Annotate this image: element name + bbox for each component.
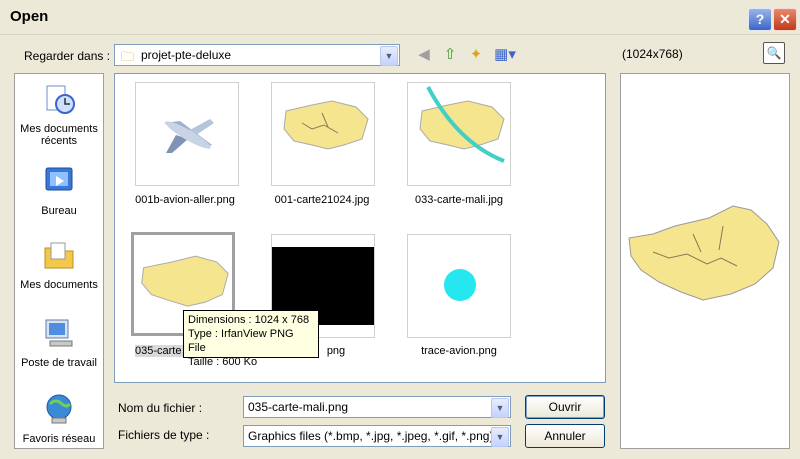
- thumbnail-plane[interactable]: [135, 82, 239, 186]
- up-folder-icon[interactable]: ⇧: [440, 45, 460, 65]
- back-icon[interactable]: ◀: [414, 45, 434, 65]
- my-documents-icon: [44, 242, 74, 269]
- open-button[interactable]: Ouvrir: [525, 395, 605, 419]
- filetype-value: Graphics files (*.bmp, *.jpg, *.jpeg, *.…: [248, 429, 494, 443]
- close-button[interactable]: ✕: [773, 8, 797, 31]
- chevron-down-icon[interactable]: ▼: [380, 46, 398, 66]
- file-name-selected[interactable]: 035-carte: [135, 345, 187, 357]
- places-bar: Mes documents récents Bureau Mes documen…: [14, 73, 104, 449]
- place-desktop[interactable]: Bureau: [15, 164, 103, 217]
- filename-value: 035-carte-mali.png: [248, 400, 349, 414]
- filetype-dropdown[interactable]: Graphics files (*.bmp, *.jpg, *.jpeg, *.…: [243, 425, 511, 447]
- look-in-label: Regarder dans :: [24, 49, 111, 63]
- file-name[interactable]: trace-avion.png: [389, 345, 529, 357]
- place-label: Favoris réseau: [22, 433, 96, 445]
- file-info-tooltip: Dimensions : 1024 x 768 Type : IrfanView…: [183, 310, 319, 368]
- thumbnail-map[interactable]: [271, 82, 375, 186]
- tooltip-size: Taille : 600 Ko: [188, 356, 258, 368]
- desktop-icon: [45, 167, 73, 191]
- tooltip-dimensions: Dimensions : 1024 x 768: [188, 314, 310, 326]
- place-network[interactable]: Favoris réseau: [15, 392, 103, 445]
- map-arc-image: [408, 83, 510, 185]
- place-label: Bureau: [41, 205, 77, 217]
- title-bar[interactable]: Open ? ✕: [0, 0, 800, 35]
- help-button[interactable]: ?: [748, 8, 772, 31]
- view-menu-icon[interactable]: ▦▾: [492, 45, 518, 65]
- place-label: Poste de travail: [21, 357, 97, 369]
- filename-label: Nom du fichier :: [118, 401, 203, 415]
- file-name[interactable]: 033-carte-mali.jpg: [389, 194, 529, 206]
- preview-toggle-icon[interactable]: 🔍: [763, 42, 785, 64]
- file-name-suffix[interactable]: png: [321, 345, 351, 357]
- map-image: [272, 83, 374, 185]
- tooltip-type: Type : IrfanView PNG File: [188, 328, 294, 354]
- preview-dimensions: (1024x768): [622, 47, 683, 61]
- new-folder-icon[interactable]: ✦: [466, 45, 486, 65]
- plane-icon: [164, 119, 214, 153]
- look-in-value: projet-pte-deluxe: [141, 48, 232, 62]
- thumbnail-map-arc[interactable]: [407, 82, 511, 186]
- file-name[interactable]: 001-carte21024.jpg: [252, 194, 392, 206]
- place-label: Mes documents récents: [20, 123, 98, 147]
- preview-image: [623, 198, 787, 322]
- network-places-icon: [46, 394, 72, 424]
- filetype-label: Fichiers de type :: [118, 428, 210, 442]
- circle-image: [444, 269, 476, 301]
- folder-icon: 🗀: [121, 49, 135, 64]
- filename-input[interactable]: 035-carte-mali.png ▼: [243, 396, 511, 418]
- window-title: Open: [10, 8, 49, 25]
- chevron-down-icon[interactable]: ▼: [491, 398, 509, 418]
- file-name[interactable]: 001b-avion-aller.png: [115, 194, 255, 206]
- my-computer-icon: [45, 319, 73, 347]
- chevron-down-icon[interactable]: ▼: [491, 427, 509, 447]
- look-in-dropdown[interactable]: 🗀 projet-pte-deluxe ▼: [114, 44, 400, 66]
- recent-documents-icon: [46, 85, 75, 114]
- thumbnail-circle[interactable]: [407, 234, 511, 338]
- place-recent[interactable]: Mes documents récents: [15, 82, 103, 147]
- preview-pane: [620, 73, 790, 449]
- place-label: Mes documents: [20, 279, 98, 291]
- cancel-button[interactable]: Annuler: [525, 424, 605, 448]
- place-my-computer[interactable]: Poste de travail: [15, 316, 103, 369]
- place-my-documents[interactable]: Mes documents: [15, 238, 103, 291]
